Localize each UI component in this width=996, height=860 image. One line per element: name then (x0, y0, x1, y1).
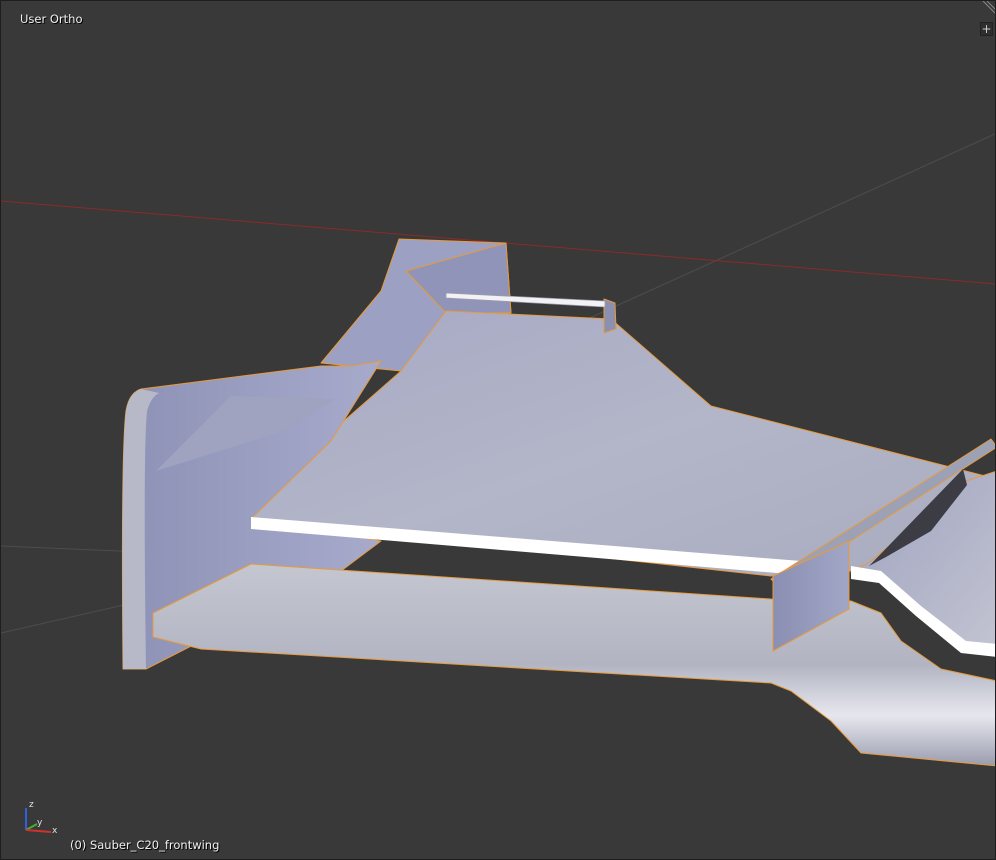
active-object-label: (0) Sauber_C20_frontwing (70, 838, 220, 852)
grid-line (560, 133, 995, 332)
y-axis-label: y (37, 818, 43, 828)
add-properties-button[interactable]: + (980, 22, 993, 36)
lower-main-plane (152, 563, 995, 767)
scene-canvas[interactable] (1, 1, 996, 860)
rear-fin (603, 298, 617, 334)
view-label: User Ortho (20, 12, 83, 26)
3d-viewport[interactable]: User Ortho + z y x (0) Sauber_C20_frontw… (0, 0, 996, 860)
frontwing-mesh[interactable] (121, 238, 996, 767)
grid-line (1, 600, 142, 634)
x-axis-label: x (52, 826, 58, 836)
y-axis-line (25, 823, 38, 831)
plus-icon: + (981, 22, 992, 36)
axis-gizmo: z y x (25, 800, 58, 836)
x-axis-gizmo-line (25, 829, 52, 833)
area-split-corner-icon[interactable] (981, 1, 995, 15)
z-axis-label: z (29, 800, 34, 810)
